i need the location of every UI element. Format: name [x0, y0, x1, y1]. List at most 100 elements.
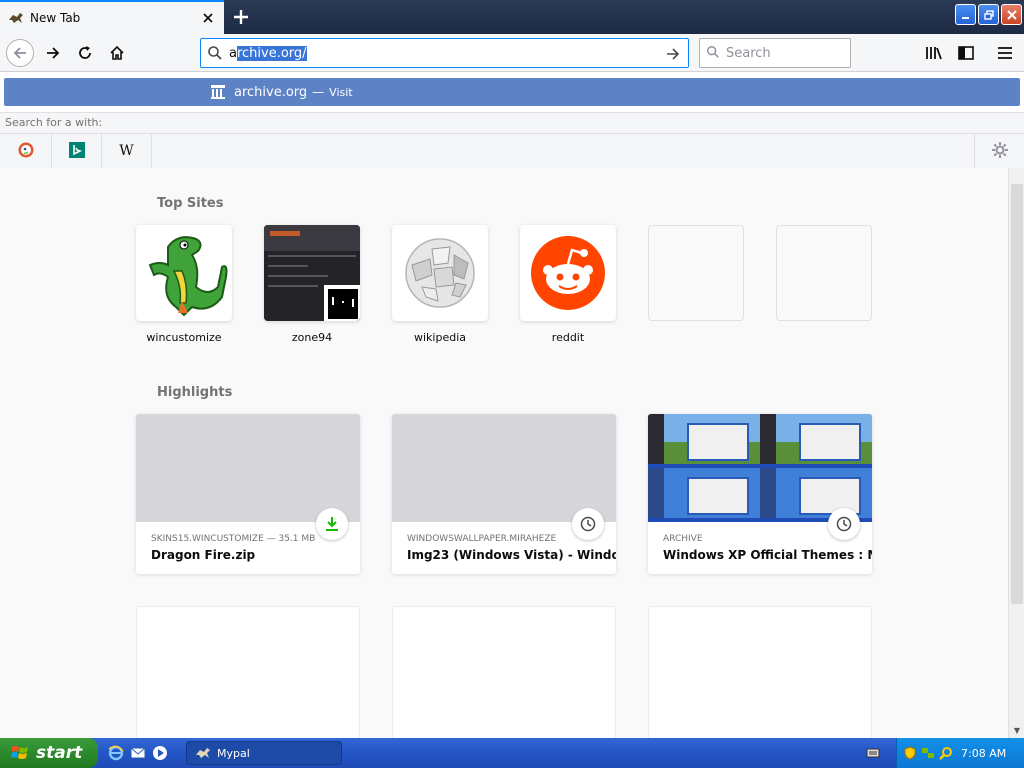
outlook-express-icon[interactable] — [130, 745, 146, 761]
gecko-mascot-icon — [148, 236, 228, 317]
reload-button[interactable] — [71, 39, 99, 67]
highlight-title: Img23 (Windows Vista) - Windo... — [407, 548, 616, 562]
url-suggestions-popup: archive.org — Visit Search for a with: W — [0, 72, 1024, 168]
search-bar[interactable] — [699, 38, 851, 68]
top-site-label: reddit — [551, 331, 585, 344]
restore-button[interactable] — [978, 4, 999, 25]
network-icon[interactable] — [921, 746, 935, 760]
taskbar-item-mypal[interactable]: Mypal — [186, 741, 342, 765]
top-site-label: zone94 — [291, 331, 333, 344]
top-site-placeholder[interactable] — [648, 225, 744, 321]
top-site-wincustomize[interactable]: wincustomize — [136, 225, 232, 344]
highlight-source: SKINS15.WINCUSTOMIZE — 35.1 MB — [151, 534, 316, 544]
one-off-search-engines: W — [0, 134, 1024, 168]
tab-new-tab[interactable]: New Tab — [0, 0, 224, 34]
highlights-heading: Highlights — [157, 385, 233, 400]
clock-icon — [828, 508, 860, 540]
forward-button[interactable] — [39, 39, 67, 67]
top-site-label: wincustomize — [146, 331, 222, 344]
highlight-card-img23[interactable]: WINDOWSWALLPAPER.MIRAHEZE Img23 (Windows… — [392, 414, 616, 574]
system-tray: 7:08 AM — [896, 738, 1024, 768]
download-icon — [316, 508, 348, 540]
highlight-placeholder — [136, 606, 360, 738]
top-site-tile[interactable] — [136, 225, 232, 321]
highlight-placeholder — [392, 606, 616, 738]
new-tab-page: Top Sites wincustomize zone94 wikipedia … — [0, 168, 1008, 738]
close-window-button[interactable] — [1001, 4, 1022, 25]
url-typed-text: a — [229, 45, 237, 61]
go-arrow-icon[interactable] — [662, 43, 684, 65]
engine-duckduckgo[interactable] — [0, 134, 52, 168]
url-bar[interactable]: archive.org/ — [200, 38, 689, 68]
highlight-source: ARCHIVE — [663, 534, 703, 544]
highlight-preview — [136, 414, 360, 522]
clock[interactable]: 7:08 AM — [961, 747, 1006, 760]
minimize-button[interactable] — [955, 4, 976, 25]
top-site-label: wikipedia — [413, 331, 466, 344]
top-sites-heading: Top Sites — [157, 196, 224, 211]
top-site-empty-slot[interactable] — [776, 225, 872, 331]
library-icon[interactable] — [920, 39, 948, 67]
engine-bing[interactable] — [52, 134, 102, 168]
quick-launch — [108, 745, 168, 761]
keyboard-icon[interactable] — [866, 746, 880, 760]
suggestion-action: Visit — [329, 85, 353, 99]
clock-icon — [572, 508, 604, 540]
start-button[interactable]: start — [0, 738, 98, 768]
search-settings-button[interactable] — [974, 134, 1024, 168]
search-with-label: Search for a with: — [0, 112, 1024, 134]
page-scrollbar[interactable]: ▼ — [1008, 168, 1024, 738]
close-tab-icon[interactable] — [198, 8, 218, 28]
top-site-wikipedia[interactable]: wikipedia — [392, 225, 488, 344]
home-button[interactable] — [103, 39, 131, 67]
top-site-tile[interactable] — [392, 225, 488, 321]
highlight-card-dragon-fire[interactable]: SKINS15.WINCUSTOMIZE — 35.1 MB Dragon Fi… — [136, 414, 360, 574]
highlight-placeholder — [648, 606, 872, 738]
search-input[interactable] — [726, 45, 836, 61]
suggestion-row[interactable]: archive.org — Visit — [4, 78, 1020, 106]
lizard-icon — [8, 10, 24, 26]
windows-taskbar: start Mypal 7:08 AM — [0, 738, 1024, 768]
menu-icon[interactable] — [991, 39, 1019, 67]
top-site-zone94[interactable]: zone94 — [264, 225, 360, 344]
xp-themes-screenshot-icon — [648, 414, 872, 522]
new-tab-button[interactable] — [228, 4, 254, 30]
navigation-toolbar: archive.org/ — [0, 34, 1024, 72]
archive-icon — [210, 84, 226, 100]
suggestion-separator: — — [312, 85, 325, 99]
zone94-screenshot-icon — [264, 225, 360, 321]
reddit-icon — [531, 236, 605, 310]
top-site-tile[interactable] — [264, 225, 360, 321]
start-label: start — [36, 743, 83, 763]
search-icon — [706, 45, 720, 62]
top-site-placeholder[interactable] — [776, 225, 872, 321]
window-controls — [955, 4, 1022, 25]
tab-title: New Tab — [30, 11, 81, 25]
top-site-reddit[interactable]: reddit — [520, 225, 616, 344]
highlight-title: Windows XP Official Themes : M... — [663, 548, 872, 562]
url-text[interactable]: archive.org/ — [229, 45, 307, 61]
engine-wikipedia[interactable]: W — [102, 134, 152, 168]
media-player-icon[interactable] — [152, 745, 168, 761]
wikipedia-globe-icon — [405, 238, 475, 308]
search-tray-icon[interactable] — [939, 746, 953, 760]
highlight-preview — [392, 414, 616, 522]
scroll-down-arrow-icon[interactable]: ▼ — [1011, 724, 1023, 736]
sidebar-icon[interactable] — [952, 39, 980, 67]
back-button[interactable] — [6, 39, 34, 67]
highlight-source: WINDOWSWALLPAPER.MIRAHEZE — [407, 534, 557, 544]
duckduckgo-icon — [18, 142, 34, 161]
taskbar-item-label: Mypal — [217, 746, 250, 760]
url-autofill-selection: rchive.org/ — [236, 45, 307, 61]
highlight-card-xp-themes[interactable]: ARCHIVE Windows XP Official Themes : M..… — [648, 414, 872, 574]
highlight-preview — [648, 414, 872, 522]
internet-explorer-icon[interactable] — [108, 745, 124, 761]
security-shield-icon[interactable] — [903, 746, 917, 760]
suggestion-url: archive.org — [234, 84, 308, 100]
top-site-empty-slot[interactable] — [648, 225, 744, 331]
windows-flag-icon — [11, 746, 28, 759]
top-site-tile[interactable] — [520, 225, 616, 321]
wikipedia-icon: W — [119, 143, 134, 159]
scrollbar-thumb[interactable] — [1011, 184, 1023, 604]
gear-icon — [991, 141, 1009, 162]
